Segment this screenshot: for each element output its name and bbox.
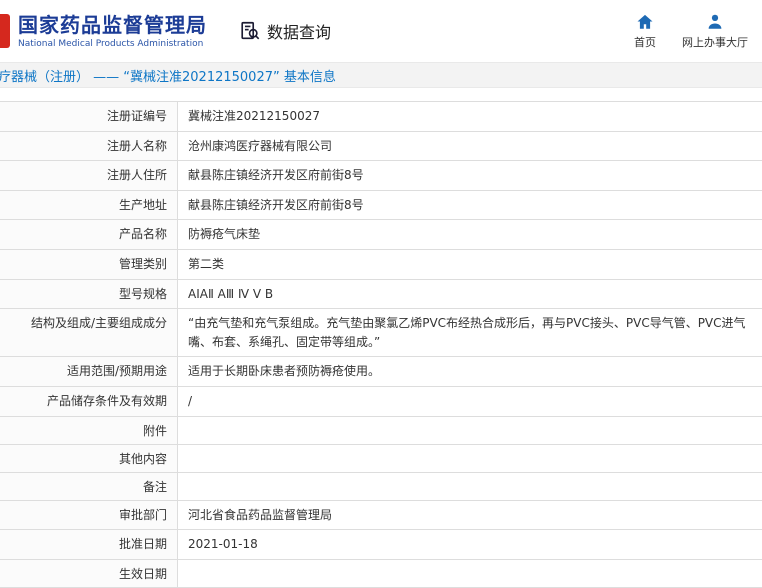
nav-service-hall[interactable]: 网上办事大厅 xyxy=(682,13,748,50)
field-label: 批准日期 xyxy=(0,530,178,559)
table-row: 注册人名称沧州康鸿医疗器械有限公司 xyxy=(0,132,762,162)
table-row: 其他内容 xyxy=(0,445,762,473)
table-row: 产品名称防褥疮气床垫 xyxy=(0,220,762,250)
org-name-en: National Medical Products Administration xyxy=(18,39,207,49)
field-label: 产品名称 xyxy=(0,220,178,249)
top-nav: 首页 网上办事大厅 xyxy=(634,13,748,50)
field-value: 河北省食品药品监督管理局 xyxy=(178,501,762,530)
page-header: 国家药品监督管理局 National Medical Products Admi… xyxy=(0,0,762,62)
field-value: 适用于长期卧床患者预防褥疮使用。 xyxy=(178,357,762,386)
table-row: 备注 xyxy=(0,473,762,501)
field-value xyxy=(178,445,762,472)
data-query-icon xyxy=(239,20,261,42)
field-label: 注册证编号 xyxy=(0,102,178,131)
table-row: 注册人住所献县陈庄镇经济开发区府前街8号 xyxy=(0,161,762,191)
data-query-label: 数据查询 xyxy=(267,19,331,43)
home-icon xyxy=(636,13,654,31)
table-row: 管理类别第二类 xyxy=(0,250,762,280)
data-query-tab[interactable]: 数据查询 xyxy=(239,19,331,43)
breadcrumb-bar: 疗器械（注册） —— “冀械注准20212150027” 基本信息 xyxy=(0,62,762,88)
nav-home[interactable]: 首页 xyxy=(634,13,656,50)
table-row: 附件 xyxy=(0,417,762,445)
table-row: 生产地址献县陈庄镇经济开发区府前街8号 xyxy=(0,191,762,221)
field-value: 冀械注准20212150027 xyxy=(178,102,762,131)
person-icon xyxy=(706,13,724,31)
field-label: 管理类别 xyxy=(0,250,178,279)
nav-home-label: 首页 xyxy=(634,34,656,50)
field-label: 型号规格 xyxy=(0,280,178,309)
field-value: 献县陈庄镇经济开发区府前街8号 xyxy=(178,191,762,220)
nav-service-hall-label: 网上办事大厅 xyxy=(682,34,748,50)
table-row: 批准日期2021-01-18 xyxy=(0,530,762,560)
field-label: 备注 xyxy=(0,473,178,500)
field-value: 防褥疮气床垫 xyxy=(178,220,762,249)
field-value: / xyxy=(178,387,762,416)
table-row: 审批部门河北省食品药品监督管理局 xyxy=(0,501,762,531)
table-row: 适用范围/预期用途适用于长期卧床患者预防褥疮使用。 xyxy=(0,357,762,387)
org-name-cn: 国家药品监督管理局 xyxy=(18,13,207,37)
table-row: 注册证编号冀械注准20212150027 xyxy=(0,102,762,132)
national-emblem-icon xyxy=(0,14,10,48)
field-value xyxy=(178,417,762,444)
breadcrumb: 疗器械（注册） —— “冀械注准20212150027” 基本信息 xyxy=(0,66,336,85)
field-value: “由充气垫和充气泵组成。充气垫由聚氯乙烯PVC布经热合成形后，再与PVC接头、P… xyxy=(178,309,762,356)
field-label: 注册人住所 xyxy=(0,161,178,190)
field-label: 产品储存条件及有效期 xyxy=(0,387,178,416)
field-value: 献县陈庄镇经济开发区府前街8号 xyxy=(178,161,762,190)
table-row: 型号规格AⅠAⅡ AⅢ Ⅳ Ⅴ B xyxy=(0,280,762,310)
field-label: 审批部门 xyxy=(0,501,178,530)
field-value: 第二类 xyxy=(178,250,762,279)
field-label: 生效日期 xyxy=(0,560,178,587)
field-value xyxy=(178,560,762,587)
table-row: 生效日期 xyxy=(0,560,762,588)
table-row: 结构及组成/主要组成成分“由充气垫和充气泵组成。充气垫由聚氯乙烯PVC布经热合成… xyxy=(0,309,762,357)
field-label: 结构及组成/主要组成成分 xyxy=(0,309,178,356)
field-label: 注册人名称 xyxy=(0,132,178,161)
org-logo: 国家药品监督管理局 National Medical Products Admi… xyxy=(18,13,207,49)
registration-info-table: 注册证编号冀械注准20212150027 注册人名称沧州康鸿医疗器械有限公司 注… xyxy=(0,101,762,588)
field-label: 附件 xyxy=(0,417,178,444)
field-label: 生产地址 xyxy=(0,191,178,220)
field-label: 其他内容 xyxy=(0,445,178,472)
field-value xyxy=(178,473,762,500)
field-value: AⅠAⅡ AⅢ Ⅳ Ⅴ B xyxy=(178,280,762,309)
field-value: 2021-01-18 xyxy=(178,530,762,559)
field-value: 沧州康鸿医疗器械有限公司 xyxy=(178,132,762,161)
table-row: 产品储存条件及有效期/ xyxy=(0,387,762,417)
field-label: 适用范围/预期用途 xyxy=(0,357,178,386)
